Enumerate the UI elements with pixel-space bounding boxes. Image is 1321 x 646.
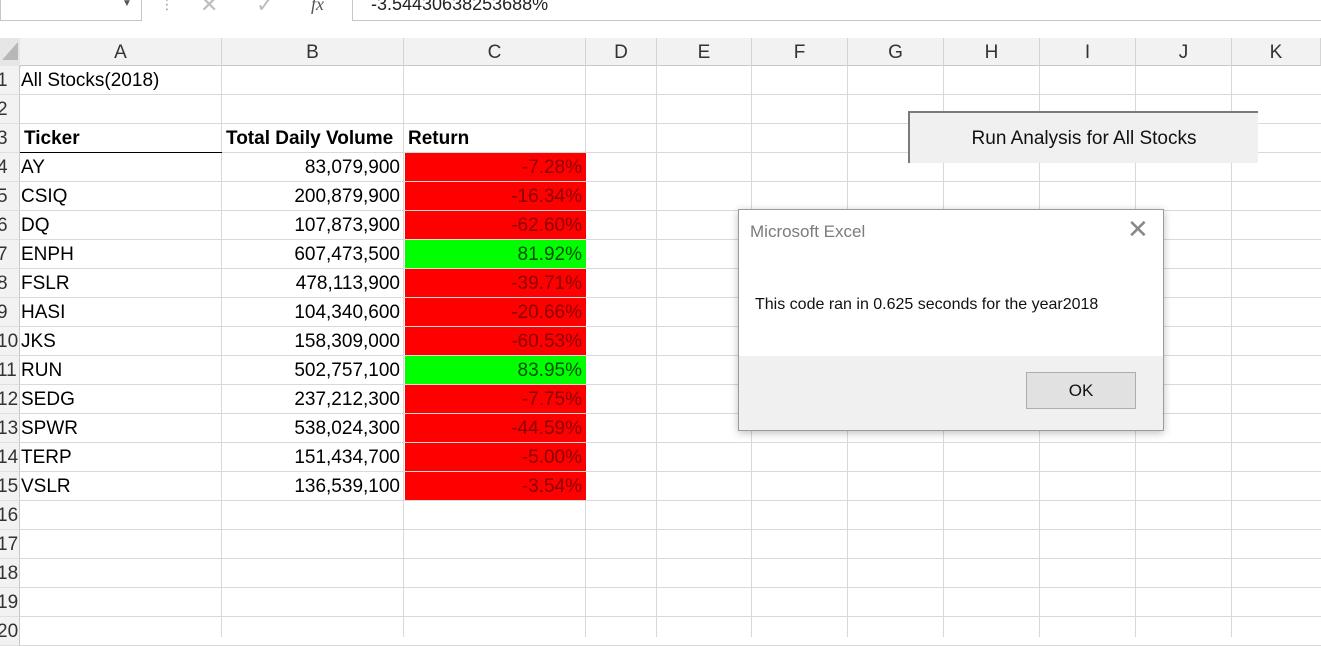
- row-header-14[interactable]: 14: [0, 443, 20, 472]
- column-header-g[interactable]: G: [848, 38, 944, 66]
- name-box[interactable]: ▼: [0, 0, 142, 21]
- grid-row-line: [20, 616, 1321, 617]
- grid-row-line: [20, 558, 1321, 559]
- ticker-cell[interactable]: ENPH: [21, 240, 222, 269]
- return-cell[interactable]: -16.34%: [405, 182, 586, 210]
- formula-bar: ▼ ⋮ ✕ ✓ fx -3.54430638253688%: [0, 0, 1321, 39]
- ticker-cell[interactable]: VSLR: [21, 472, 222, 501]
- return-cell[interactable]: -20.66%: [405, 298, 586, 326]
- row-header-3[interactable]: 3: [0, 124, 20, 153]
- message-dialog: Microsoft Excel ✕ This code ran in 0.625…: [738, 209, 1164, 431]
- sheet-title-cell[interactable]: All Stocks(2018): [21, 66, 222, 95]
- row-header-16[interactable]: 16: [0, 501, 20, 530]
- spreadsheet-grid[interactable]: ABCDEFGHIJK 1234567891011121314151617181…: [0, 38, 1321, 646]
- dialog-title: Microsoft Excel: [750, 222, 866, 241]
- column-header-k[interactable]: K: [1232, 38, 1321, 66]
- formula-input[interactable]: -3.54430638253688%: [352, 0, 1321, 21]
- header-return-cell[interactable]: Return: [405, 124, 586, 153]
- row-header-12[interactable]: 12: [0, 385, 20, 414]
- column-header-b[interactable]: B: [222, 38, 404, 66]
- return-cell[interactable]: -3.54%: [405, 472, 586, 500]
- volume-cell[interactable]: 237,212,300: [223, 385, 404, 414]
- row-header-19[interactable]: 19: [0, 588, 20, 617]
- row-header-7[interactable]: 7: [0, 240, 20, 269]
- formula-bar-separator: ⋮: [160, 0, 174, 12]
- volume-cell[interactable]: 83,079,900: [223, 153, 404, 182]
- return-cell[interactable]: -60.53%: [405, 327, 586, 355]
- row-header-9[interactable]: 9: [0, 298, 20, 327]
- return-cell[interactable]: -7.28%: [405, 153, 586, 181]
- column-header-a[interactable]: A: [20, 38, 222, 66]
- row-header-20[interactable]: 20: [0, 617, 20, 646]
- row-header-1[interactable]: 1: [0, 66, 20, 95]
- ticker-cell[interactable]: CSIQ: [21, 182, 222, 211]
- return-cell[interactable]: 83.95%: [405, 356, 586, 384]
- ticker-cell[interactable]: FSLR: [21, 269, 222, 298]
- volume-cell[interactable]: 158,309,000: [223, 327, 404, 356]
- ticker-cell[interactable]: HASI: [21, 298, 222, 327]
- volume-cell[interactable]: 136,539,100: [223, 472, 404, 501]
- ticker-cell[interactable]: SPWR: [21, 414, 222, 443]
- formula-text: -3.54430638253688%: [371, 0, 549, 14]
- return-cell[interactable]: -5.00%: [405, 443, 586, 471]
- dialog-footer: OK: [739, 356, 1163, 430]
- dialog-message: This code ran in 0.625 seconds for the y…: [755, 296, 1099, 313]
- row-header-17[interactable]: 17: [0, 530, 20, 559]
- row-header-18[interactable]: 18: [0, 559, 20, 588]
- column-header-d[interactable]: D: [586, 38, 657, 66]
- row-header-2[interactable]: 2: [0, 95, 20, 124]
- volume-cell[interactable]: 200,879,900: [223, 182, 404, 211]
- column-header-j[interactable]: J: [1136, 38, 1232, 66]
- grid-row-line: [20, 529, 1321, 530]
- ok-button[interactable]: OK: [1026, 372, 1136, 409]
- volume-cell[interactable]: 538,024,300: [223, 414, 404, 443]
- return-cell[interactable]: -44.59%: [405, 414, 586, 442]
- run-analysis-button[interactable]: Run Analysis for All Stocks: [908, 111, 1258, 163]
- return-cell[interactable]: -7.75%: [405, 385, 586, 413]
- return-cell[interactable]: -62.60%: [405, 211, 586, 239]
- header-volume-cell[interactable]: Total Daily Volume: [223, 124, 404, 153]
- insert-function-icon[interactable]: fx: [311, 0, 324, 15]
- ticker-cell[interactable]: TERP: [21, 443, 222, 472]
- ticker-cell[interactable]: RUN: [21, 356, 222, 385]
- row-header-11[interactable]: 11: [0, 356, 20, 385]
- volume-cell[interactable]: 107,873,900: [223, 211, 404, 240]
- column-header-h[interactable]: H: [944, 38, 1040, 66]
- return-cell[interactable]: -39.71%: [405, 269, 586, 297]
- cancel-icon[interactable]: ✕: [200, 0, 218, 18]
- header-ticker-cell[interactable]: Ticker: [21, 124, 222, 153]
- ticker-cell[interactable]: SEDG: [21, 385, 222, 414]
- column-header-i[interactable]: I: [1040, 38, 1136, 66]
- close-icon[interactable]: ✕: [1127, 216, 1149, 242]
- volume-cell[interactable]: 607,473,500: [223, 240, 404, 269]
- column-header-e[interactable]: E: [657, 38, 752, 66]
- row-header-4[interactable]: 4: [0, 153, 20, 182]
- row-header-13[interactable]: 13: [0, 414, 20, 443]
- enter-icon[interactable]: ✓: [256, 0, 274, 18]
- ticker-cell[interactable]: JKS: [21, 327, 222, 356]
- volume-cell[interactable]: 151,434,700: [223, 443, 404, 472]
- ticker-cell[interactable]: AY: [21, 153, 222, 182]
- volume-cell[interactable]: 104,340,600: [223, 298, 404, 327]
- select-all-corner[interactable]: [0, 38, 21, 67]
- grid-row-line: [20, 587, 1321, 588]
- row-header-15[interactable]: 15: [0, 472, 20, 501]
- return-cell[interactable]: 81.92%: [405, 240, 586, 268]
- chevron-down-icon[interactable]: ▼: [122, 0, 132, 9]
- volume-cell[interactable]: 502,757,100: [223, 356, 404, 385]
- column-header-f[interactable]: F: [752, 38, 848, 66]
- row-header-10[interactable]: 10: [0, 327, 20, 356]
- row-header-6[interactable]: 6: [0, 211, 20, 240]
- volume-cell[interactable]: 478,113,900: [223, 269, 404, 298]
- row-header-5[interactable]: 5: [0, 182, 20, 211]
- ticker-cell[interactable]: DQ: [21, 211, 222, 240]
- row-header-8[interactable]: 8: [0, 269, 20, 298]
- column-header-c[interactable]: C: [404, 38, 586, 66]
